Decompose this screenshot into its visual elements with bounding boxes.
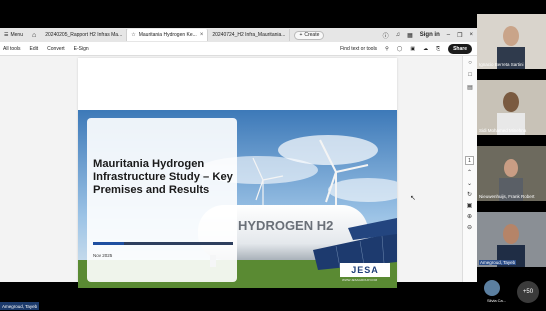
participant-video xyxy=(477,212,546,267)
maximize-icon[interactable]: ❐ xyxy=(457,32,462,39)
tab-label: Mauritania Hydrogen Ke... xyxy=(138,32,197,38)
chevron-down-icon[interactable]: ⌄ xyxy=(467,180,472,187)
toolbar-esign[interactable]: E-Sign xyxy=(74,46,89,52)
toolbar-right: Find text or tools ⚲ ◯ ▣ ☁ ⎘ Share xyxy=(340,43,477,54)
print-icon[interactable]: ⎘ xyxy=(436,46,440,52)
toolbar-convert[interactable]: Convert xyxy=(47,46,65,52)
headphones-icon[interactable]: ◯ xyxy=(397,46,403,52)
chevron-up-icon[interactable]: ⌃ xyxy=(467,169,472,176)
more-participants-button[interactable]: +50 xyxy=(517,281,539,303)
slide-title: Mauritania Hydrogen Infrastructure Study… xyxy=(93,158,233,196)
zoom-in-icon[interactable]: ⊕ xyxy=(467,213,472,220)
participant-name: Ignacio Berreta Sartini xyxy=(479,62,524,67)
hamburger-icon: ☰ xyxy=(4,32,9,38)
tab-bar: ☰ Menu ⌂ 20240205_Rapport H2 Infras Ma..… xyxy=(0,28,477,42)
comment-icon[interactable]: ○ xyxy=(468,60,472,66)
participant-name: Silvia Ca... xyxy=(487,298,507,303)
document-area[interactable]: HYDROGEN H2 Mauritania Hydrogen Infrastr… xyxy=(0,56,462,288)
participant-name: Amegroud, Tayeb xyxy=(479,260,517,265)
sign-in-button[interactable]: Sign in xyxy=(420,32,440,38)
zoom-out-icon[interactable]: ⊖ xyxy=(467,224,472,231)
slide-date: Nov 2025 xyxy=(93,253,113,258)
mouse-cursor-icon: ↖ xyxy=(410,195,416,202)
cloud-upload-icon[interactable]: ☁ xyxy=(423,46,428,52)
menu-button[interactable]: ☰ Menu xyxy=(0,28,27,42)
minimize-icon[interactable]: – xyxy=(447,32,450,38)
toolbar-edit[interactable]: Edit xyxy=(30,46,39,52)
participant-video xyxy=(477,146,546,201)
participant-tile[interactable]: Sidi Mohamed Minehna xyxy=(477,80,546,135)
share-button[interactable]: Share xyxy=(448,43,472,54)
participant-name: Nieuwenhuijs, Frank Robert xyxy=(479,194,535,199)
jesa-logo: JESA xyxy=(340,263,390,277)
screen: ☰ Menu ⌂ 20240205_Rapport H2 Infras Ma..… xyxy=(0,0,546,311)
tab-rapport[interactable]: 20240205_Rapport H2 Infras Ma... xyxy=(41,29,128,41)
page-navigation: 1 ⌃ ⌄ ↻ ▣ ⊕ ⊖ xyxy=(464,156,475,231)
participant-video xyxy=(477,80,546,135)
close-icon[interactable]: × xyxy=(200,32,204,38)
avatar[interactable] xyxy=(484,280,500,296)
find-label[interactable]: Find text or tools xyxy=(340,46,377,52)
participant-tile[interactable]: Amegroud, Tayeb xyxy=(477,212,546,267)
participants-panel: Ignacio Berreta Sartini Sidi Mohamed Min… xyxy=(477,0,546,311)
pdf-page: HYDROGEN H2 Mauritania Hydrogen Infrastr… xyxy=(78,58,397,288)
create-label: Create xyxy=(304,32,320,38)
save-page-icon[interactable]: ▣ xyxy=(467,202,473,209)
create-button[interactable]: + Create xyxy=(294,30,325,40)
bookmark-icon[interactable]: □ xyxy=(468,72,472,78)
acrobat-window: ☰ Menu ⌂ 20240205_Rapport H2 Infras Ma..… xyxy=(0,28,477,288)
tank-label: HYDROGEN H2 xyxy=(238,218,333,233)
pages-icon[interactable]: ▤ xyxy=(467,84,473,91)
save-icon[interactable]: ▣ xyxy=(410,46,415,52)
bell-icon[interactable]: ♫ xyxy=(396,32,401,38)
title-accent-fill xyxy=(93,242,124,245)
search-icon[interactable]: ⚲ xyxy=(385,46,389,52)
tab-h2-infra[interactable]: 20240724_H2 Infra_Mauritania... xyxy=(208,29,291,41)
participant-tile[interactable]: Nieuwenhuijs, Frank Robert xyxy=(477,146,546,201)
home-icon[interactable]: ⌂ xyxy=(27,32,41,39)
jesa-url: WWW.JESAGROUP.COM xyxy=(342,278,378,282)
toolbar-all-tools[interactable]: All tools xyxy=(3,46,21,52)
tab-label: 20240205_Rapport H2 Infras Ma... xyxy=(45,32,123,38)
title-accent-bar xyxy=(93,242,233,245)
window-close-icon[interactable]: × xyxy=(469,32,473,38)
help-icon[interactable]: ⓘ xyxy=(383,31,389,40)
plus-icon: + xyxy=(299,32,303,38)
participant-video xyxy=(477,14,546,69)
star-icon: ☆ xyxy=(131,32,136,38)
participant-tile[interactable]: Ignacio Berreta Sartini xyxy=(477,14,546,69)
window-controls: ⓘ ♫ ▦ Sign in – ❐ × xyxy=(383,31,477,40)
title-slide: HYDROGEN H2 Mauritania Hydrogen Infrastr… xyxy=(78,110,397,288)
participant-name: Sidi Mohamed Minehna xyxy=(479,128,527,133)
menu-label: Menu xyxy=(10,32,23,38)
tab-mauritania-hydrogen[interactable]: ☆ Mauritania Hydrogen Ke... × xyxy=(127,29,209,41)
presenter-name: Amegroud, Tayeb xyxy=(0,302,40,310)
page-number[interactable]: 1 xyxy=(465,156,474,165)
toolbar: All tools Edit Convert E-Sign Find text … xyxy=(0,42,477,56)
refresh-icon[interactable]: ↻ xyxy=(467,191,472,198)
apps-icon[interactable]: ▦ xyxy=(407,32,413,39)
tab-label: 20240724_H2 Infra_Mauritania... xyxy=(212,32,286,38)
title-card: Mauritania Hydrogen Infrastructure Study… xyxy=(87,118,237,282)
